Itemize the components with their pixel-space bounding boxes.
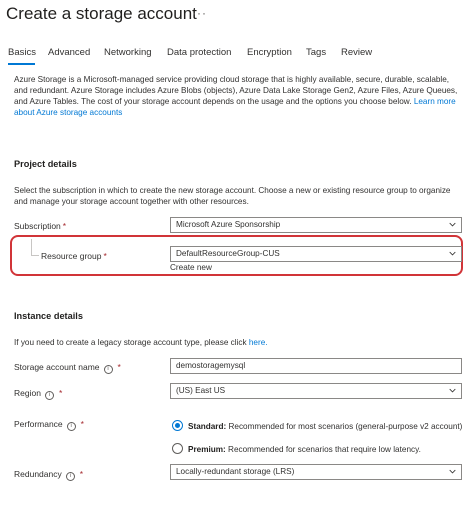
region-label-text: Region bbox=[14, 388, 41, 398]
info-icon[interactable]: i bbox=[44, 391, 54, 400]
performance-premium-radio[interactable] bbox=[172, 443, 183, 454]
region-label: Region i * bbox=[14, 388, 62, 400]
create-new-resource-group-link[interactable]: Create new bbox=[170, 263, 212, 272]
tree-connector-vertical bbox=[31, 239, 32, 255]
standard-option-description: Recommended for most scenarios (general-… bbox=[228, 422, 463, 431]
tab-basics[interactable]: Basics bbox=[8, 47, 36, 58]
redundancy-label-text: Redundancy bbox=[14, 469, 62, 479]
redundancy-value: Locally-redundant storage (LRS) bbox=[176, 467, 295, 476]
tab-encryption[interactable]: Encryption bbox=[247, 47, 292, 58]
resource-group-label-text: Resource group bbox=[41, 251, 102, 261]
region-value: (US) East US bbox=[176, 386, 226, 395]
tab-bar: Basics Advanced Networking Data protecti… bbox=[0, 45, 474, 67]
project-details-description: Select the subscription in which to crea… bbox=[14, 186, 451, 206]
intro-text: Azure Storage is a Microsoft-managed ser… bbox=[14, 75, 458, 106]
legacy-account-text: If you need to create a legacy storage a… bbox=[14, 337, 460, 348]
legacy-account-sentence: If you need to create a legacy storage a… bbox=[14, 338, 247, 347]
subscription-label-text: Subscription bbox=[14, 221, 61, 231]
required-marker: * bbox=[103, 251, 107, 261]
resource-group-value: DefaultResourceGroup-CUS bbox=[176, 249, 280, 258]
storage-account-name-input[interactable]: demostoragemysql bbox=[170, 358, 462, 374]
performance-premium-label: Premium: Recommended for scenarios that … bbox=[188, 445, 421, 454]
tree-connector-horizontal bbox=[31, 255, 39, 256]
chevron-down-icon bbox=[449, 388, 456, 393]
tab-review[interactable]: Review bbox=[341, 47, 372, 58]
standard-option-name: Standard: bbox=[188, 422, 227, 431]
storage-account-name-label-text: Storage account name bbox=[14, 362, 100, 372]
premium-option-name: Premium: bbox=[188, 445, 226, 454]
info-icon[interactable]: i bbox=[65, 472, 75, 481]
info-icon[interactable]: i bbox=[103, 365, 113, 374]
subscription-value: Microsoft Azure Sponsorship bbox=[176, 220, 281, 229]
subscription-dropdown[interactable]: Microsoft Azure Sponsorship bbox=[170, 217, 462, 233]
performance-standard-radio[interactable] bbox=[172, 420, 183, 431]
redundancy-dropdown[interactable]: Locally-redundant storage (LRS) bbox=[170, 464, 462, 480]
resource-group-label: Resource group * bbox=[41, 251, 107, 261]
chevron-down-icon bbox=[449, 469, 456, 474]
tab-networking[interactable]: Networking bbox=[104, 47, 152, 58]
performance-label-text: Performance bbox=[14, 419, 63, 429]
required-marker: * bbox=[79, 469, 84, 479]
tab-advanced[interactable]: Advanced bbox=[48, 47, 90, 58]
storage-account-name-value: demostoragemysql bbox=[176, 361, 246, 370]
subscription-label: Subscription * bbox=[14, 221, 66, 231]
required-marker: * bbox=[80, 419, 84, 429]
region-dropdown[interactable]: (US) East US bbox=[170, 383, 462, 399]
resource-group-dropdown[interactable]: DefaultResourceGroup-CUS bbox=[170, 246, 462, 262]
tab-tags[interactable]: Tags bbox=[306, 47, 326, 58]
performance-standard-label: Standard: Recommended for most scenarios… bbox=[188, 422, 462, 431]
chevron-down-icon bbox=[449, 222, 456, 227]
required-marker: * bbox=[62, 221, 67, 231]
project-details-heading: Project details bbox=[14, 159, 77, 169]
chevron-down-icon bbox=[449, 251, 456, 256]
more-options-icon[interactable]: ··· bbox=[192, 6, 207, 20]
instance-details-heading: Instance details bbox=[14, 311, 83, 321]
required-marker: * bbox=[117, 362, 121, 372]
storage-account-name-label: Storage account name i * bbox=[14, 362, 121, 374]
performance-label: Performance i * bbox=[14, 419, 84, 431]
redundancy-label: Redundancy i * bbox=[14, 469, 83, 481]
premium-option-description: Recommended for scenarios that require l… bbox=[228, 445, 421, 454]
intro-paragraph: Azure Storage is a Microsoft-managed ser… bbox=[14, 74, 460, 118]
selected-tab-indicator bbox=[8, 63, 35, 65]
required-marker: * bbox=[58, 388, 63, 398]
tab-data-protection[interactable]: Data protection bbox=[167, 47, 231, 58]
page-title: Create a storage account bbox=[6, 4, 197, 23]
info-icon[interactable]: i bbox=[66, 422, 76, 431]
legacy-account-link[interactable]: here. bbox=[249, 338, 268, 347]
